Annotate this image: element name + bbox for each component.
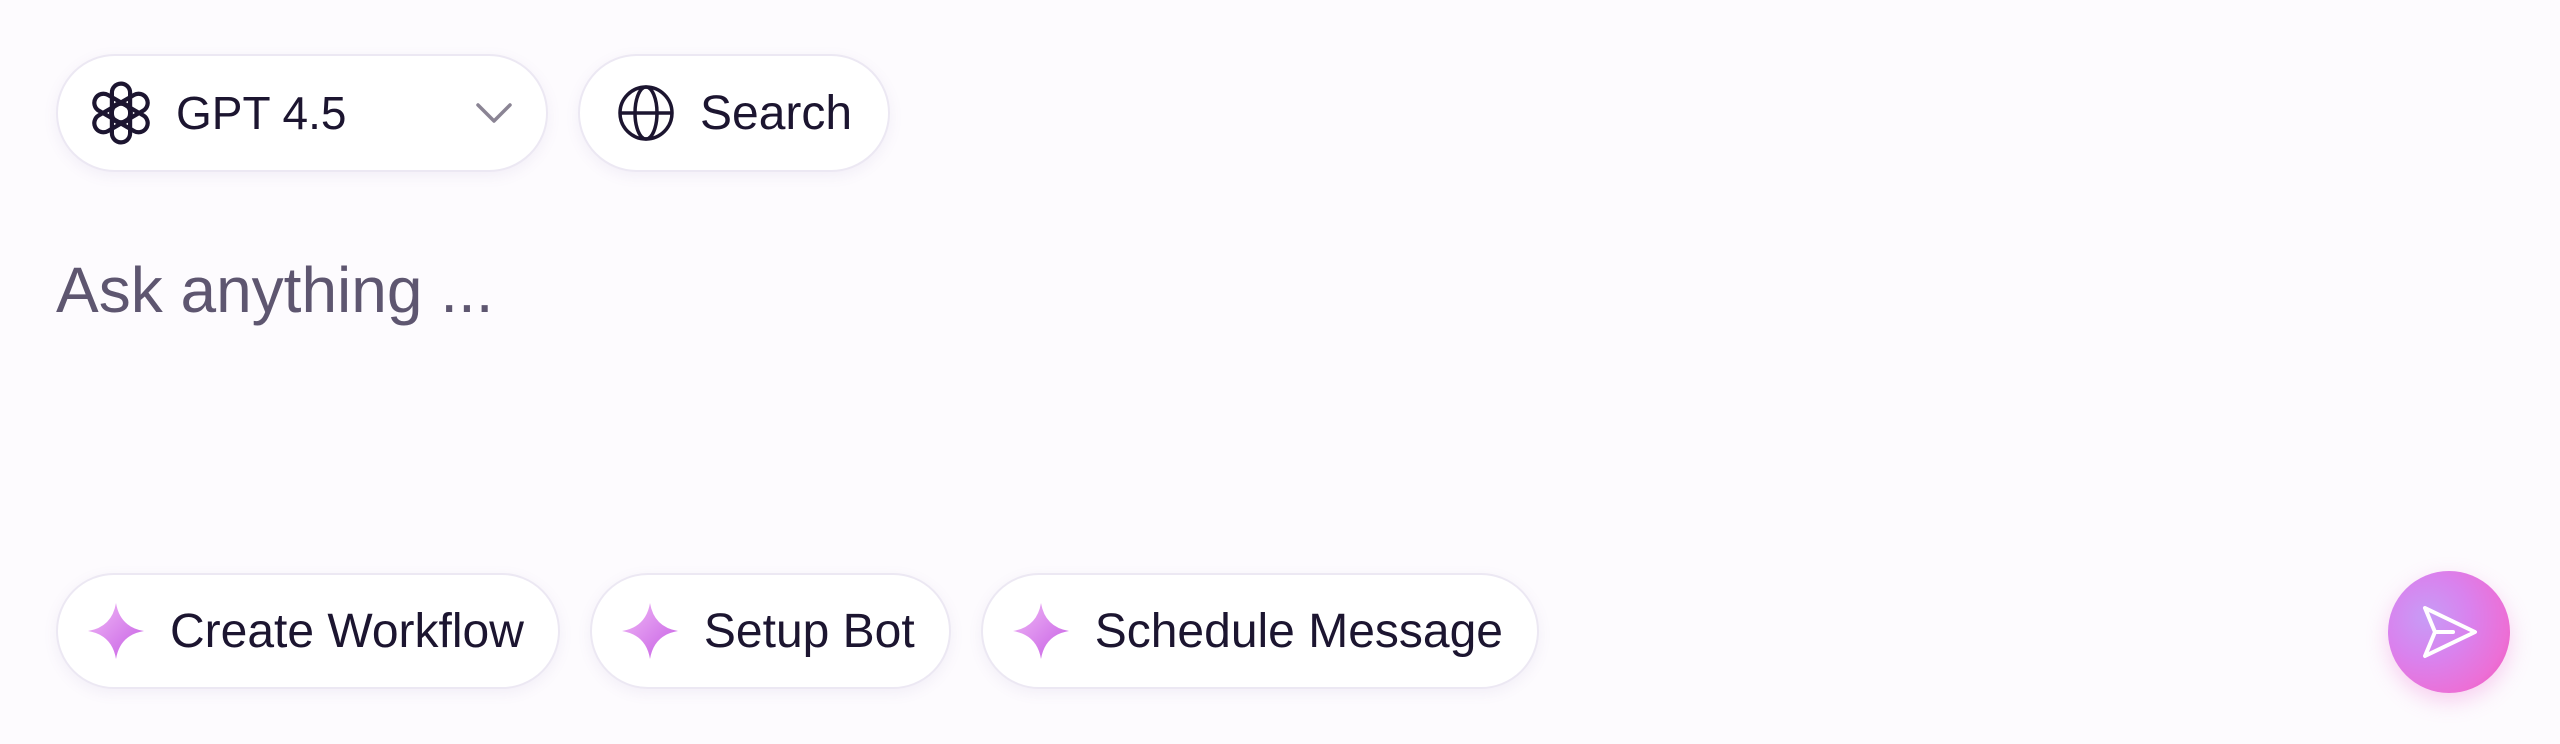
send-button[interactable] [2388,571,2510,693]
sparkle-icon [620,601,680,661]
prompt-input[interactable] [56,240,2356,340]
composer-toolbar: GPT 4.5 Search [56,54,890,172]
globe-icon [616,83,676,143]
openai-logo-icon [86,78,156,148]
suggestion-setup-bot[interactable]: Setup Bot [589,573,951,689]
suggestion-create-workflow[interactable]: Create Workflow [56,573,560,689]
suggestion-chips: Create Workflow Setup Bot Schedule Messa… [56,573,1539,689]
chat-composer: GPT 4.5 Search Ask anything ... Create W… [0,0,2560,744]
sparkle-icon [86,601,146,661]
search-toggle-label: Search [700,86,853,140]
send-icon [2417,600,2481,664]
suggestion-label: Schedule Message [1094,604,1503,658]
suggestion-schedule-message[interactable]: Schedule Message [980,573,1539,689]
suggestion-label: Setup Bot [703,604,915,658]
sparkle-icon [1011,601,1071,661]
chevron-down-icon [472,91,516,135]
suggestion-label: Create Workflow [170,604,524,658]
search-toggle-button[interactable]: Search [578,54,890,172]
model-selector-button[interactable]: GPT 4.5 [56,54,548,172]
model-selector-label: GPT 4.5 [176,87,347,139]
